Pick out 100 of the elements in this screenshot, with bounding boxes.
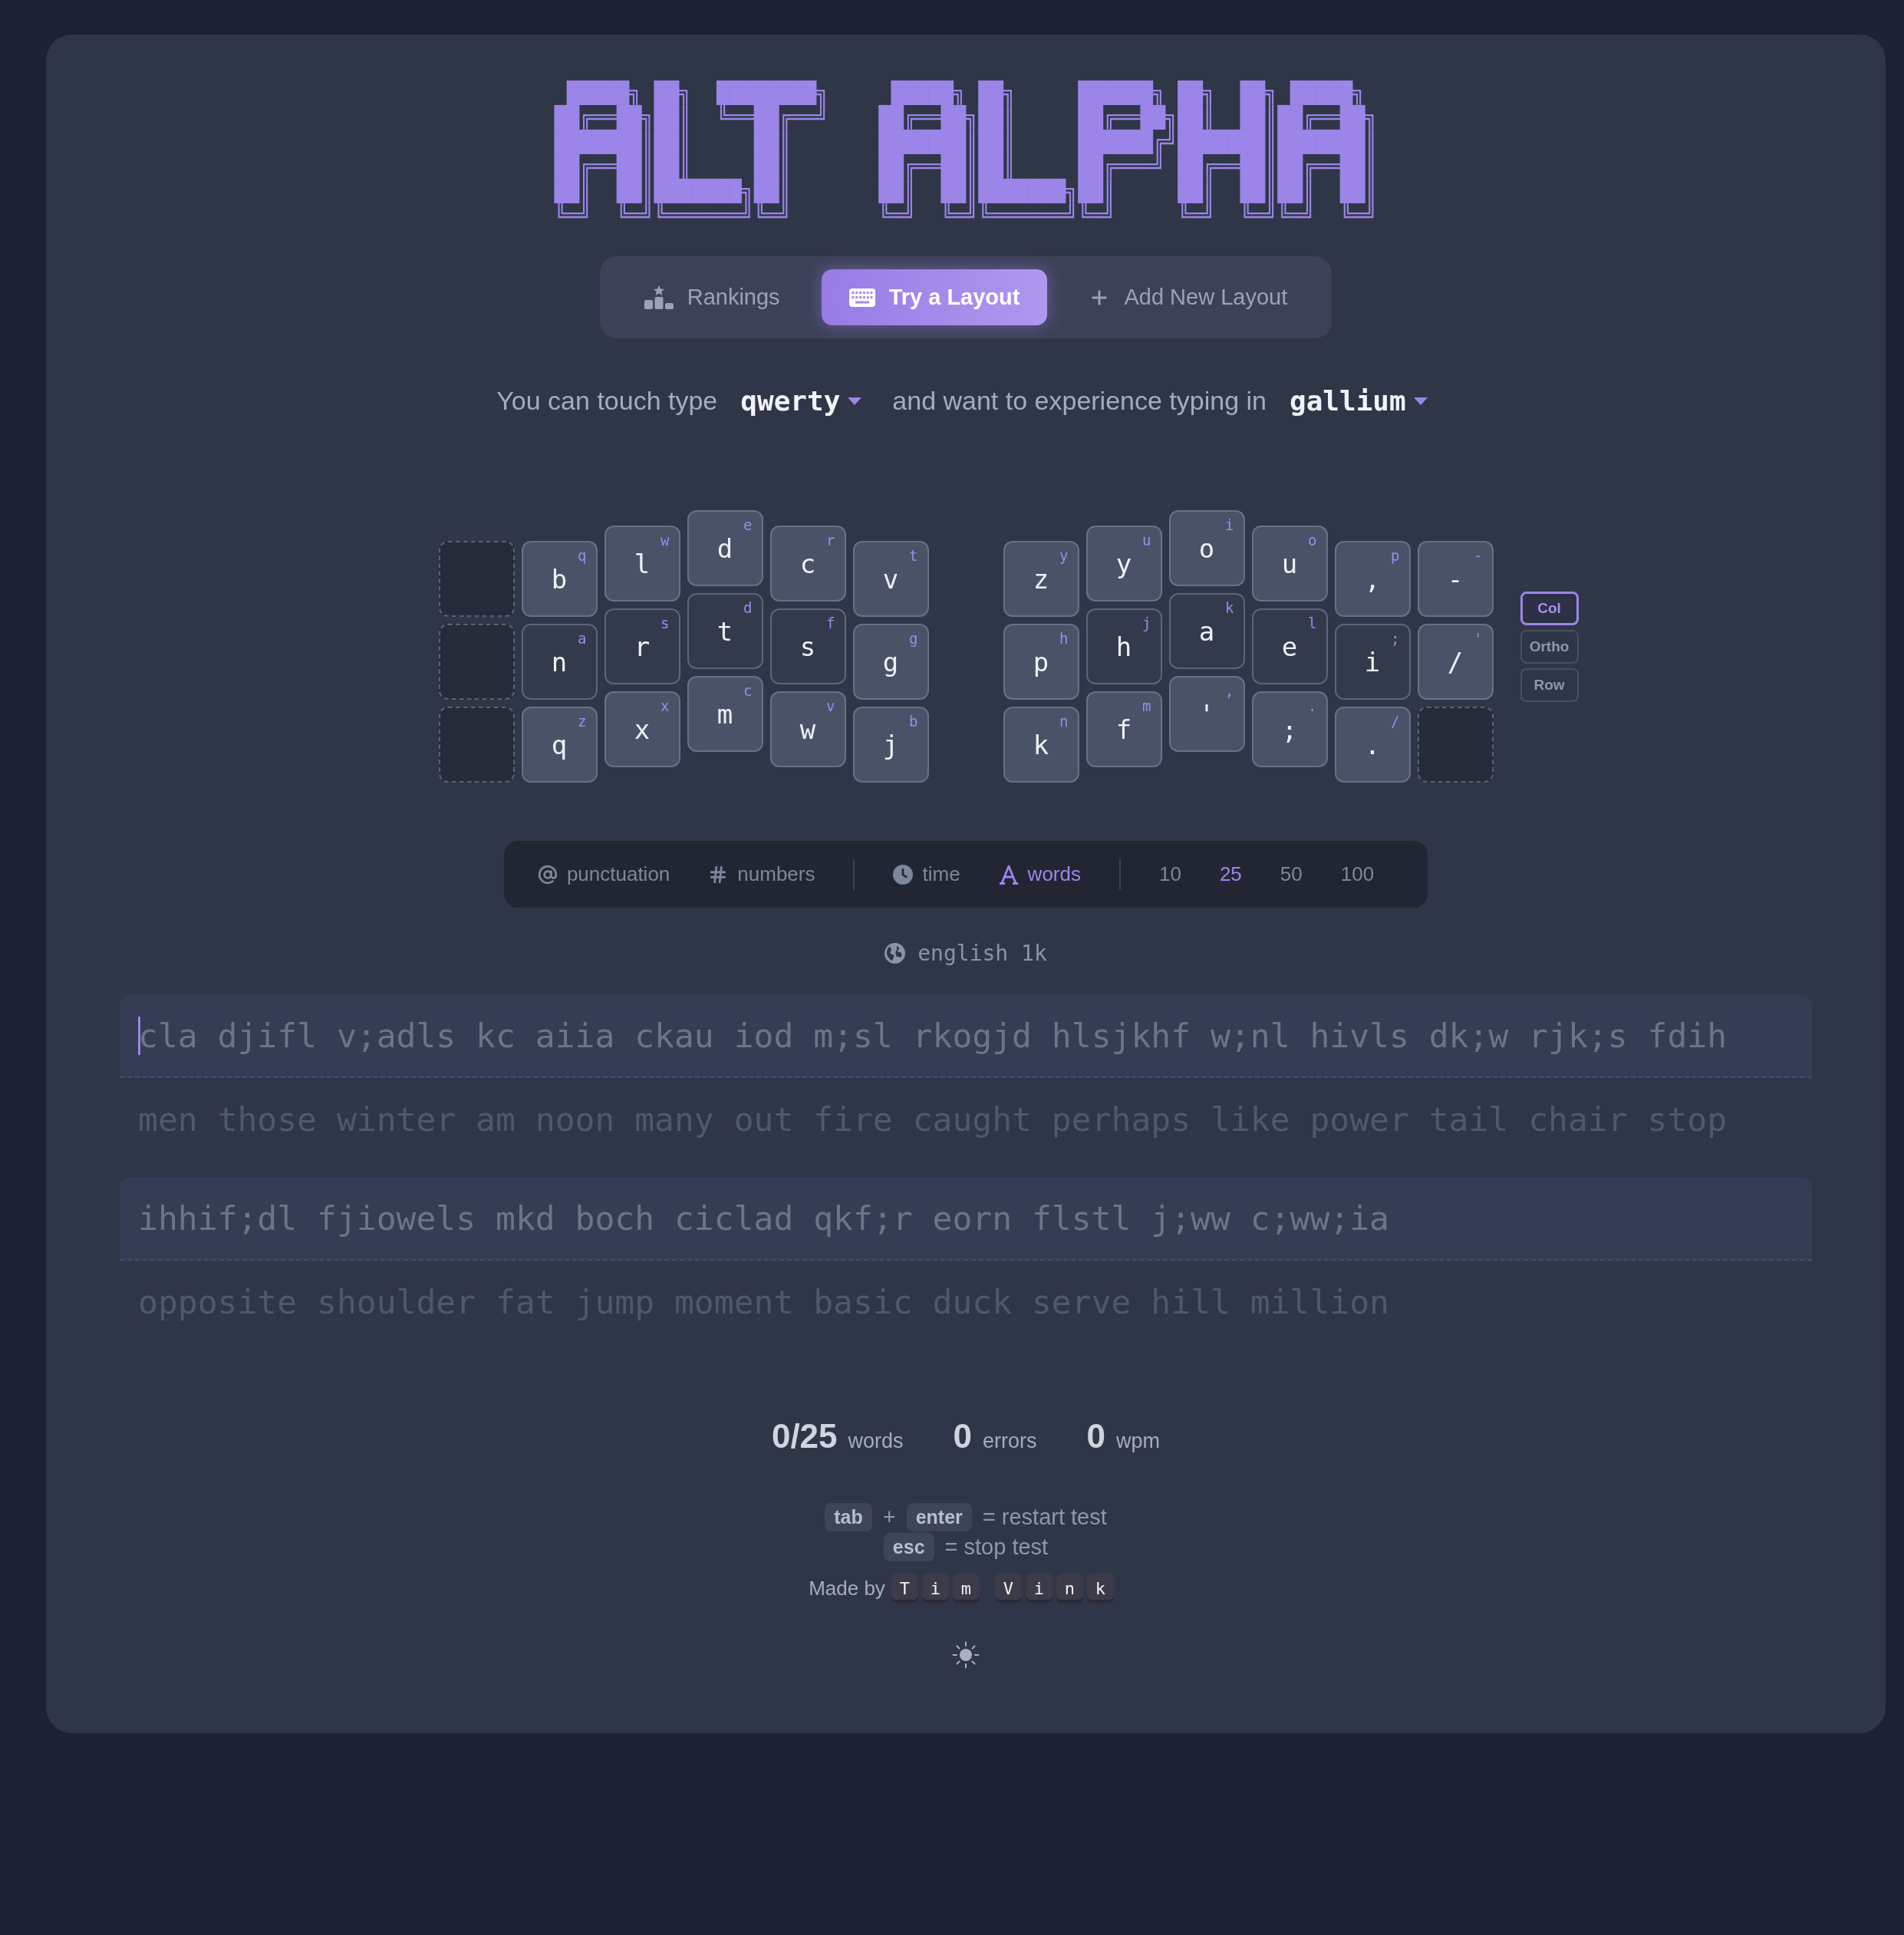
stat-label: wpm (1116, 1429, 1161, 1453)
key-letter: l (634, 548, 651, 579)
qwerty-hint: y (1059, 547, 1069, 564)
key-letter: a (1198, 615, 1215, 647)
name-letter-key: n (1056, 1574, 1083, 1603)
name-letter-key: i (921, 1574, 949, 1603)
layout-dropdown[interactable]: gallium (1290, 385, 1428, 417)
qwerty-hint: a (578, 630, 587, 647)
sun-icon[interactable] (952, 1641, 980, 1669)
intro-text: You can touch type (496, 386, 718, 416)
stat-value: 0 (1086, 1417, 1106, 1455)
qwerty-hint: . (1308, 697, 1317, 714)
word-count-option[interactable]: 25 (1219, 862, 1242, 886)
key-letter: k (1033, 729, 1049, 760)
key-letter: - (1447, 563, 1464, 595)
qwerty-hint: o (1308, 532, 1317, 549)
credit-text: Made by (809, 1576, 885, 1600)
layout-dropdown[interactable]: qwerty (740, 385, 862, 417)
key-letter: / (1447, 646, 1464, 677)
qwerty-hint: w (660, 532, 670, 549)
qwerty-hint: ; (1391, 630, 1400, 647)
word-list-selector[interactable]: english 1k (884, 941, 1047, 966)
qwerty-hint: j (1142, 615, 1151, 631)
key-letter: i (1364, 646, 1381, 677)
stat-label: errors (983, 1429, 1037, 1453)
key-letter: h (1115, 631, 1132, 662)
key-letter: r (634, 631, 651, 662)
key-letter: y (1115, 548, 1132, 579)
word-count-option[interactable]: 100 (1340, 862, 1375, 886)
typed-words: cla djifl v;adls kc aiia ckau iod m;sl rkogjd hlsjkhf w;nl hivls dk;w rjk;s fdih (138, 1017, 1728, 1055)
qwerty-hint: k (1225, 599, 1234, 616)
qwerty-hint: e (743, 516, 753, 533)
qwerty-hint: n (1059, 713, 1069, 730)
key-letter: p (1033, 646, 1049, 677)
word-count-option[interactable]: 50 (1280, 862, 1303, 886)
qwerty-hint: p (1391, 547, 1400, 564)
clock-icon (893, 864, 914, 885)
key-letter: z (1033, 563, 1049, 595)
qwerty-hint: ' (1474, 630, 1483, 647)
word-count-option[interactable]: 10 (1158, 862, 1181, 886)
key-letter: ' (1198, 698, 1215, 730)
key-letter: b (551, 563, 568, 595)
name-letter-key: i (1025, 1574, 1052, 1603)
key-letter: q (551, 729, 568, 760)
font-icon (998, 864, 1019, 885)
key-hint: enter (906, 1503, 972, 1531)
caret-icon (848, 397, 862, 405)
qwerty-hint: q (578, 547, 587, 564)
qwerty-hint: h (1059, 630, 1069, 647)
key-letter: ; (1281, 714, 1298, 745)
key-hint: tab (825, 1503, 872, 1531)
globe-icon (884, 943, 906, 964)
qwerty-hint: r (826, 532, 835, 549)
key-letter: c (799, 548, 816, 579)
at-icon (537, 864, 558, 885)
nav-tab[interactable]: Add New Layout (1061, 269, 1316, 325)
key-letter: n (551, 646, 568, 677)
key-letter: f (1115, 714, 1132, 745)
key-letter: u (1281, 548, 1298, 579)
geometry-toggle[interactable]: Ortho (1520, 629, 1579, 664)
key-letter: j (882, 729, 899, 760)
typed-words: ihhif;dl fjiowels mkd boch ciclad qkf;r eorn flstl j;ww c;ww;ia (138, 1199, 1389, 1238)
qwerty-hint: d (743, 599, 753, 616)
key-letter: s (799, 631, 816, 662)
intro-text: and want to experience typing in (892, 386, 1267, 416)
shortcut-action: = stop test (944, 1534, 1049, 1560)
qwerty-hint: - (1474, 547, 1483, 564)
stat-value: 0/25 (771, 1417, 838, 1455)
qwerty-hint: z (578, 713, 587, 730)
geometry-toggle[interactable]: Col (1520, 591, 1579, 625)
nav-tab[interactable]: Rankings (616, 269, 808, 325)
key-letter: o (1198, 532, 1215, 564)
mode-option[interactable]: time (893, 862, 960, 886)
key-letter: , (1364, 563, 1381, 595)
name-letter-key: k (1086, 1574, 1114, 1603)
qwerty-hint: m (1142, 697, 1151, 714)
stat-label: words (848, 1429, 904, 1453)
qwerty-hint: b (909, 713, 918, 730)
key-letter: x (634, 714, 651, 745)
key-letter: d (716, 532, 733, 564)
key-letter: w (799, 714, 816, 745)
key-letter: . (1364, 729, 1381, 760)
qwerty-hint: g (909, 630, 918, 647)
mode-option[interactable]: words (998, 862, 1081, 886)
nav-tab[interactable]: Try a Layout (821, 269, 1048, 325)
qwerty-hint: u (1142, 532, 1151, 549)
name-letter-key: V (994, 1574, 1022, 1603)
keyboard-icon (848, 288, 875, 307)
qwerty-hint: f (826, 615, 835, 631)
shortcut-action: = restart test (982, 1505, 1107, 1530)
option-toggle[interactable]: numbers (708, 862, 815, 886)
option-toggle[interactable]: punctuation (537, 862, 670, 886)
name-letter-key: T (891, 1574, 918, 1603)
caret-icon (1413, 397, 1428, 405)
key-letter: t (716, 615, 733, 647)
geometry-toggle[interactable]: Row (1520, 668, 1579, 702)
qwerty-hint: i (1225, 516, 1234, 533)
key-letter: g (882, 646, 899, 677)
qwerty-hint: , (1225, 682, 1234, 699)
name-letter-key: m (952, 1574, 980, 1603)
